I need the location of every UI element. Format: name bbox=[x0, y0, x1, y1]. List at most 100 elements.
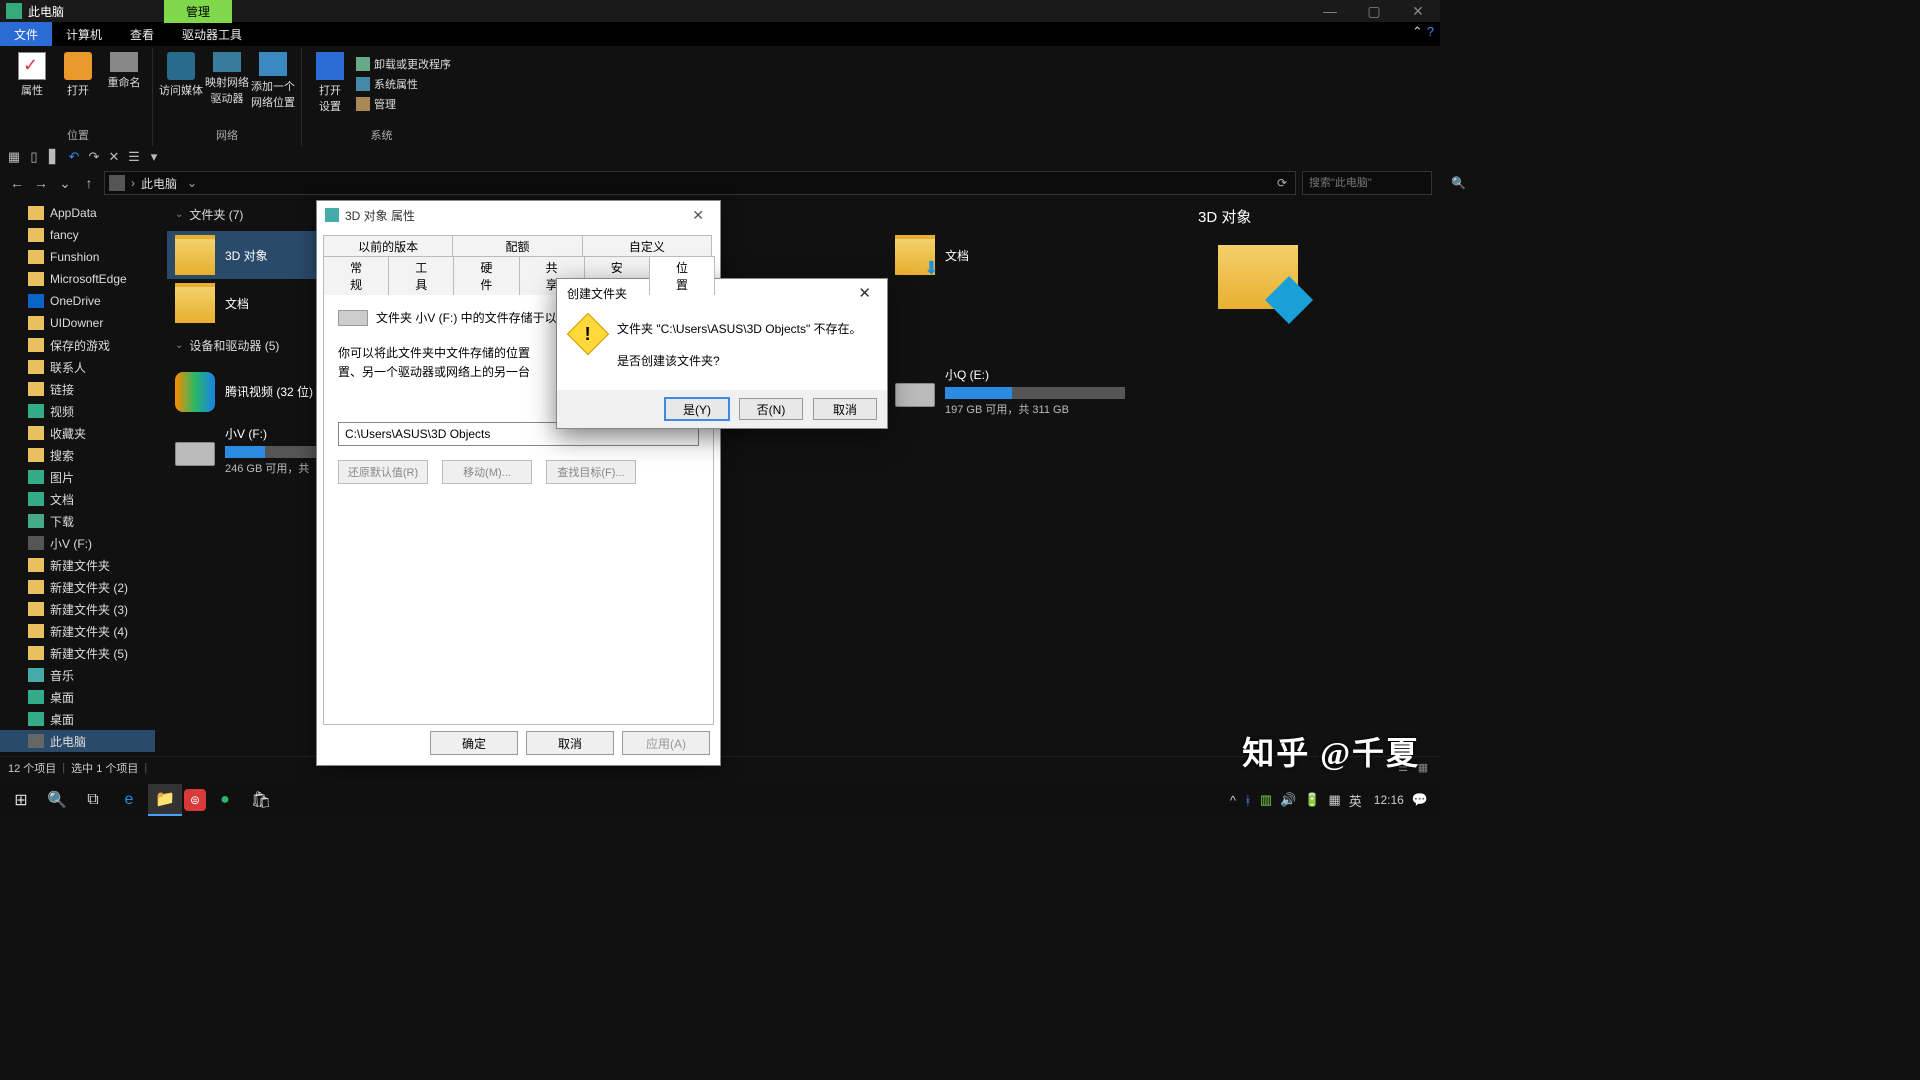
battery-icon[interactable]: 🔋 bbox=[1304, 792, 1320, 808]
open-settings-button[interactable]: 打开 设置 bbox=[308, 52, 352, 114]
task-view-button[interactable]: ⧉ bbox=[76, 784, 110, 816]
no-button[interactable]: 否(N) bbox=[739, 398, 803, 420]
tree-item[interactable]: 音乐 bbox=[0, 664, 155, 686]
manage-button[interactable]: 管理 bbox=[356, 96, 451, 112]
ribbon-collapse[interactable]: ⌃? bbox=[1406, 22, 1440, 46]
qat-redo-icon[interactable]: ↷ bbox=[86, 149, 102, 165]
add-network-button[interactable]: 添加一个 网络位置 bbox=[251, 52, 295, 110]
tab-computer[interactable]: 计算机 bbox=[52, 22, 116, 46]
tab-view[interactable]: 查看 bbox=[116, 22, 168, 46]
breadcrumb-box[interactable]: › 此电脑 ⌄ ⟳ bbox=[104, 171, 1296, 195]
qat-undo-icon[interactable]: ↶ bbox=[66, 149, 82, 165]
tab-drive-tools[interactable]: 驱动器工具 bbox=[168, 22, 256, 46]
folder-item-documents-right[interactable]: ⬇ 文档 bbox=[887, 231, 1247, 279]
navigation-tree[interactable]: AppDatafancyFunshionMicrosoftEdgeOneDriv… bbox=[0, 198, 155, 756]
tree-item[interactable]: 桌面 bbox=[0, 686, 155, 708]
wechat-button[interactable]: ● bbox=[208, 784, 242, 816]
tree-item[interactable]: 下载 bbox=[0, 510, 155, 532]
tree-item[interactable]: UIDowner bbox=[0, 312, 155, 334]
taskbar-search-button[interactable]: 🔍 bbox=[40, 784, 74, 816]
qat-copy-icon[interactable]: ▋ bbox=[46, 149, 62, 165]
network-icon[interactable]: ▦ bbox=[1329, 792, 1341, 808]
cancel-button[interactable]: 取消 bbox=[813, 398, 877, 420]
qat-delete-icon[interactable]: ✕ bbox=[106, 149, 122, 165]
file-explorer-button[interactable]: 📁 bbox=[148, 784, 182, 816]
properties-button[interactable]: 属性 bbox=[10, 52, 54, 98]
nav-back-button[interactable]: ← bbox=[8, 175, 26, 191]
tree-item[interactable]: 收藏夹 bbox=[0, 422, 155, 444]
tab-location[interactable]: 位置 bbox=[649, 256, 715, 295]
store-button[interactable]: 🛍 bbox=[244, 784, 278, 816]
qat-paste-icon[interactable]: ▯ bbox=[26, 149, 42, 165]
tree-item[interactable]: 文档 bbox=[0, 488, 155, 510]
ok-button[interactable]: 确定 bbox=[430, 731, 518, 755]
context-tab-manage[interactable]: 管理 bbox=[164, 0, 232, 23]
close-button[interactable]: ✕ bbox=[684, 207, 712, 224]
tree-item[interactable]: 桌面 bbox=[0, 708, 155, 730]
maximize-button[interactable]: ▢ bbox=[1352, 0, 1396, 22]
system-properties-button[interactable]: 系统属性 bbox=[356, 76, 451, 92]
search-input[interactable] bbox=[1309, 177, 1451, 189]
tree-item[interactable]: 新建文件夹 (5) bbox=[0, 642, 155, 664]
action-center-icon[interactable]: 💬 bbox=[1412, 792, 1428, 808]
search-icon[interactable]: 🔍 bbox=[1451, 176, 1466, 190]
tree-item[interactable]: MicrosoftEdge bbox=[0, 268, 155, 290]
tree-item[interactable]: 新建文件夹 (3) bbox=[0, 598, 155, 620]
tab-tools[interactable]: 工具 bbox=[388, 256, 454, 295]
tab-file[interactable]: 文件 bbox=[0, 22, 52, 46]
app-red-button[interactable]: ⊜ bbox=[184, 789, 206, 811]
tab-quota[interactable]: 配额 bbox=[452, 235, 582, 257]
tree-item[interactable]: 链接 bbox=[0, 378, 155, 400]
tab-hardware[interactable]: 硬件 bbox=[453, 256, 519, 295]
yes-button[interactable]: 是(Y) bbox=[665, 398, 729, 420]
drive-item-e[interactable]: 小Q (E:) 197 GB 可用，共 311 GB bbox=[887, 362, 1247, 421]
volume-icon[interactable]: 🔊 bbox=[1280, 792, 1296, 808]
apply-button[interactable]: 应用(A) bbox=[622, 731, 710, 755]
search-box[interactable]: 🔍 bbox=[1302, 171, 1432, 195]
clock[interactable]: 12:16 bbox=[1370, 793, 1404, 807]
cancel-button[interactable]: 取消 bbox=[526, 731, 614, 755]
nav-up-button[interactable]: ↑ bbox=[80, 175, 98, 191]
tab-customize[interactable]: 自定义 bbox=[582, 235, 712, 257]
rename-button[interactable]: 重命名 bbox=[102, 52, 146, 98]
open-button[interactable]: 打开 bbox=[56, 52, 100, 98]
tree-item[interactable]: OneDrive bbox=[0, 290, 155, 312]
move-button[interactable]: 移动(M)... bbox=[442, 460, 532, 484]
tree-item[interactable]: fancy bbox=[0, 224, 155, 246]
properties-titlebar[interactable]: 3D 对象 属性 ✕ bbox=[317, 201, 720, 229]
minimize-button[interactable]: — bbox=[1308, 0, 1352, 22]
tree-item[interactable]: 视频 bbox=[0, 400, 155, 422]
map-drive-button[interactable]: 映射网络 驱动器 bbox=[205, 52, 249, 110]
tree-item[interactable]: AppData bbox=[0, 202, 155, 224]
chevron-down-icon[interactable]: ⌄ bbox=[183, 176, 201, 190]
nvidia-icon[interactable]: ▥ bbox=[1260, 792, 1272, 808]
tree-item[interactable]: 联系人 bbox=[0, 356, 155, 378]
tree-item[interactable]: 此电脑 bbox=[0, 730, 155, 752]
breadcrumb-this-pc[interactable]: 此电脑 bbox=[141, 175, 177, 192]
tree-item[interactable]: Funshion bbox=[0, 246, 155, 268]
qat-dropdown-icon[interactable]: ▾ bbox=[146, 149, 162, 165]
tree-item[interactable]: 搜索 bbox=[0, 444, 155, 466]
close-button[interactable]: ✕ bbox=[852, 284, 877, 302]
tab-previous-versions[interactable]: 以前的版本 bbox=[323, 235, 453, 257]
edge-button[interactable]: e bbox=[112, 784, 146, 816]
start-button[interactable]: ⊞ bbox=[4, 784, 38, 816]
tree-item[interactable]: 小V (F:) bbox=[0, 532, 155, 554]
restore-default-button[interactable]: 还原默认值(R) bbox=[338, 460, 428, 484]
tray-chevron-up-icon[interactable]: ^ bbox=[1230, 793, 1236, 808]
msgbox-titlebar[interactable]: 创建文件夹 ✕ bbox=[557, 279, 887, 307]
tab-general[interactable]: 常规 bbox=[323, 256, 389, 295]
tree-item[interactable]: 保存的游戏 bbox=[0, 334, 155, 356]
help-icon[interactable]: ? bbox=[1427, 24, 1434, 44]
refresh-button[interactable]: ⟳ bbox=[1273, 176, 1291, 190]
bluetooth-icon[interactable]: ᚼ bbox=[1244, 793, 1252, 808]
tree-item[interactable]: 新建文件夹 (2) bbox=[0, 576, 155, 598]
close-button[interactable]: ✕ bbox=[1396, 0, 1440, 22]
nav-forward-button[interactable]: → bbox=[32, 175, 50, 191]
find-target-button[interactable]: 查找目标(F)... bbox=[546, 460, 636, 484]
uninstall-programs-button[interactable]: 卸载或更改程序 bbox=[356, 56, 451, 72]
tree-item[interactable]: 新建文件夹 (4) bbox=[0, 620, 155, 642]
tree-item[interactable]: 图片 bbox=[0, 466, 155, 488]
tree-item[interactable]: 新建文件夹 bbox=[0, 554, 155, 576]
chevron-right-icon[interactable]: › bbox=[131, 176, 135, 190]
